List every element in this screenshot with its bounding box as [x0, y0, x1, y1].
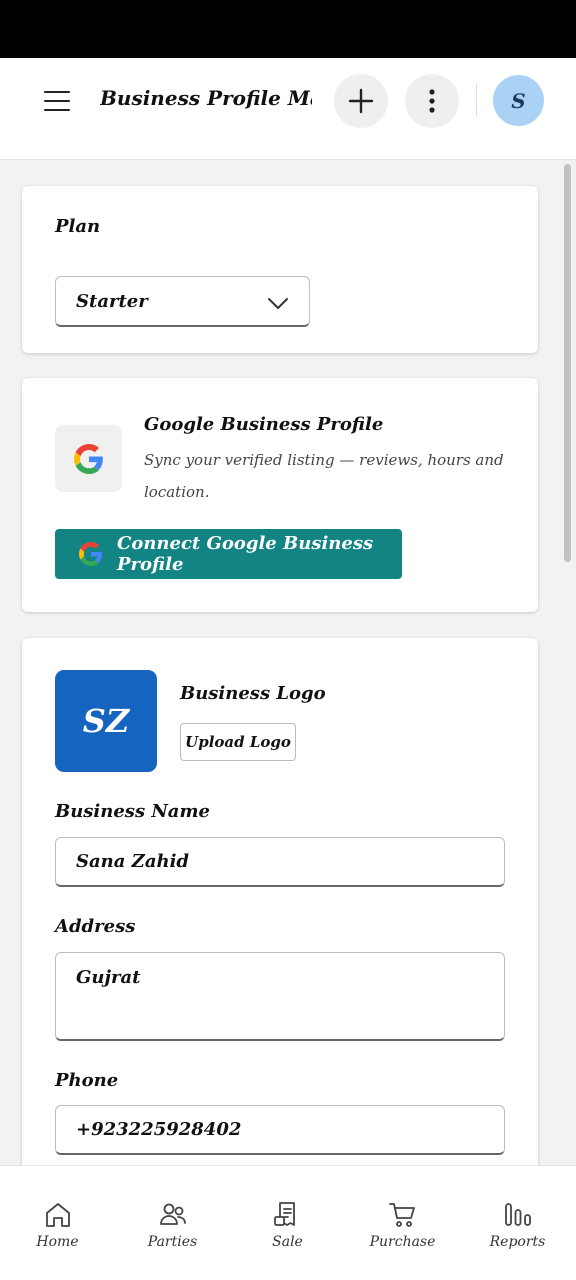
status-bar	[0, 0, 576, 58]
nav-item-home[interactable]: Home	[0, 1166, 115, 1266]
nav-label: Purchase	[369, 1234, 436, 1250]
home-icon	[45, 1203, 70, 1227]
bottom-nav: Home Parties Sale Purchase Reports	[0, 1165, 576, 1280]
scrollbar-thumb[interactable]	[564, 164, 571, 562]
cart-icon	[388, 1203, 415, 1227]
google-logo-tile	[55, 425, 122, 492]
users-icon	[159, 1203, 186, 1225]
google-icon	[79, 542, 103, 566]
bars-icon	[504, 1203, 531, 1226]
app-bar: Business Profile Man. S	[0, 58, 576, 160]
plus-icon	[348, 88, 374, 114]
plan-card: Plan Starter	[22, 186, 538, 353]
nav-item-parties[interactable]: Parties	[115, 1166, 230, 1266]
phone-field[interactable]	[55, 1105, 505, 1155]
more-vertical-icon	[429, 89, 435, 113]
plan-select-value: Starter	[76, 290, 148, 312]
nav-item-sale[interactable]: Sale	[230, 1166, 345, 1266]
plan-label: Plan	[55, 216, 101, 237]
receipt-icon	[273, 1202, 295, 1226]
google-icon	[73, 443, 103, 474]
menu-icon-line	[44, 100, 70, 102]
more-options-button[interactable]	[405, 74, 459, 128]
chevron-down-icon	[268, 298, 288, 309]
business-logo-title: Business Logo	[180, 683, 326, 704]
business-logo: SZ	[55, 670, 157, 772]
google-profile-card: Google Business Profile Sync your verifi…	[22, 378, 538, 612]
business-details-card: SZ Business Logo Upload Logo Business Na…	[22, 638, 538, 1198]
page-title: Business Profile Man.	[100, 86, 312, 110]
menu-button[interactable]	[38, 86, 78, 116]
nav-label: Home	[36, 1234, 79, 1250]
business-name-label: Business Name	[55, 801, 210, 822]
nav-label: Sale	[272, 1234, 303, 1250]
upload-logo-button[interactable]: Upload Logo	[180, 723, 296, 761]
connect-google-button[interactable]: Connect Google Business Profile	[55, 529, 402, 579]
nav-label: Reports	[489, 1234, 546, 1250]
google-profile-title: Google Business Profile	[144, 414, 384, 435]
nav-item-purchase[interactable]: Purchase	[345, 1166, 460, 1266]
connect-google-label: Connect Google Business Profile	[117, 533, 374, 575]
avatar[interactable]: S	[493, 75, 544, 126]
plan-select[interactable]: Starter	[55, 276, 310, 327]
nav-label: Parties	[147, 1234, 198, 1250]
menu-icon-line	[44, 91, 70, 93]
address-label: Address	[55, 916, 136, 937]
business-name-field[interactable]	[55, 837, 505, 887]
menu-icon-line	[44, 109, 70, 111]
nav-item-reports[interactable]: Reports	[460, 1166, 575, 1266]
phone-label: Phone	[55, 1070, 119, 1091]
address-field[interactable]: Gujrat	[55, 952, 505, 1041]
google-profile-description: Sync your verified listing — reviews, ho…	[144, 451, 504, 501]
header-divider	[476, 84, 477, 116]
add-button[interactable]	[334, 74, 388, 128]
